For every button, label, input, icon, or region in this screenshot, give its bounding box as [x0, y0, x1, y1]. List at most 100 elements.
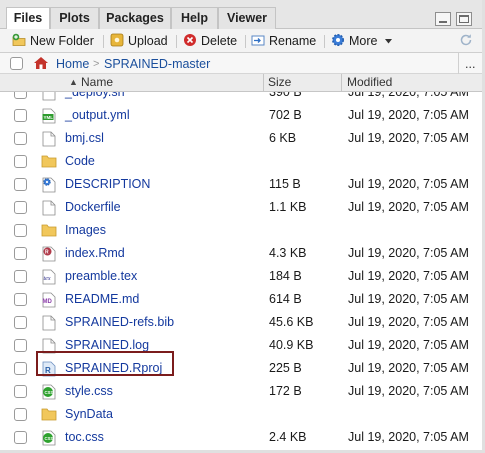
file-row-checkbox[interactable]	[14, 339, 27, 352]
column-name[interactable]: Name	[81, 74, 113, 91]
column-size[interactable]: Size	[268, 74, 291, 91]
column-divider	[263, 74, 264, 91]
file-row-checkbox[interactable]	[14, 385, 27, 398]
file-modified: Jul 19, 2020, 7:05 AM	[348, 361, 469, 375]
file-row-checkbox[interactable]	[14, 109, 27, 122]
breadcrumb-separator: >	[93, 58, 100, 70]
go-to-directory-button[interactable]: ...	[465, 56, 475, 72]
tab-bar: Files Plots Packages Help Viewer	[0, 0, 485, 30]
toolbar-divider	[103, 35, 104, 48]
chevron-down-icon	[384, 39, 392, 44]
file-name-link[interactable]: Code	[65, 153, 95, 170]
more-label: More	[349, 34, 378, 48]
shell-file-icon	[42, 92, 56, 101]
file-name-link[interactable]: SPRAINED-refs.bib	[65, 314, 174, 331]
file-name-link[interactable]: style.css	[65, 383, 113, 400]
upload-icon	[110, 33, 124, 47]
tab-packages[interactable]: Packages	[99, 7, 171, 29]
minimize-pane-icon[interactable]	[435, 12, 451, 26]
file-row-checkbox[interactable]	[14, 224, 27, 237]
file-size: 4.3 KB	[269, 246, 307, 260]
file-row[interactable]: SPRAINED-refs.bib 45.6 KB Jul 19, 2020, 7:…	[0, 311, 485, 334]
maximize-pane-icon[interactable]	[456, 12, 472, 26]
tab-help[interactable]: Help	[171, 7, 218, 29]
file-row[interactable]: Images	[0, 219, 485, 242]
file-row[interactable]: CSS style.css 172 B Jul 19, 2020, 7:05 AM	[0, 380, 485, 403]
column-divider	[341, 74, 342, 91]
upload-button[interactable]: Upload	[110, 33, 168, 49]
file-size: 1.1 KB	[269, 200, 307, 214]
file-row-checkbox[interactable]	[14, 132, 27, 145]
file-row-checkbox[interactable]	[14, 247, 27, 260]
breadcrumb-divider	[458, 53, 459, 74]
tab-plots[interactable]: Plots	[50, 7, 99, 29]
tab-viewer[interactable]: Viewer	[218, 7, 276, 29]
file-row-checkbox[interactable]	[14, 201, 27, 214]
file-row[interactable]: CSS toc.css 2.4 KB Jul 19, 2020, 7:05 AM	[0, 426, 485, 449]
file-row-checkbox[interactable]	[14, 316, 27, 329]
home-icon[interactable]	[33, 56, 49, 70]
file-row-checkbox[interactable]	[14, 362, 27, 375]
file-name-link[interactable]: toc.css	[65, 429, 104, 446]
new-folder-icon	[12, 33, 26, 46]
file-name-link[interactable]: _output.yml	[65, 107, 130, 124]
column-modified[interactable]: Modified	[347, 74, 392, 91]
file-row[interactable]: YML _output.yml 702 B Jul 19, 2020, 7:05 AM	[0, 104, 485, 127]
file-row[interactable]: tex preamble.tex 184 B Jul 19, 2020, 7:05 A…	[0, 265, 485, 288]
file-size: 225 B	[269, 361, 302, 375]
file-row[interactable]: MD README.md 614 B Jul 19, 2020, 7:05 AM	[0, 288, 485, 311]
file-name-link[interactable]: bmj.csl	[65, 130, 104, 147]
file-name-link[interactable]: DESCRIPTION	[65, 176, 150, 193]
file-row[interactable]: bmj.csl 6 KB Jul 19, 2020, 7:05 AM	[0, 127, 485, 150]
file-name-link[interactable]: preamble.tex	[65, 268, 137, 285]
select-all-checkbox[interactable]	[10, 57, 23, 70]
delete-button[interactable]: Delete	[183, 33, 237, 49]
file-size: 184 B	[269, 269, 302, 283]
file-row-checkbox[interactable]	[14, 155, 27, 168]
file-size: 45.6 KB	[269, 315, 314, 329]
file-row-checkbox[interactable]	[14, 431, 27, 444]
breadcrumb-current-folder[interactable]: SPRAINED-master	[104, 56, 210, 72]
file-size: 2.4 KB	[269, 430, 307, 444]
css-file-icon: CSS	[42, 430, 56, 446]
tab-files[interactable]: Files	[6, 7, 50, 30]
upload-label: Upload	[128, 34, 168, 48]
file-size: 390 B	[269, 92, 302, 99]
file-modified: Jul 19, 2020, 7:05 AM	[348, 430, 469, 444]
rename-icon	[251, 35, 265, 46]
svg-text:CSS: CSS	[45, 436, 54, 441]
file-row-checkbox[interactable]	[14, 293, 27, 306]
file-name-link[interactable]: index.Rmd	[65, 245, 125, 262]
file-name-link[interactable]: SynData	[65, 406, 113, 423]
selection-highlight-box	[36, 351, 174, 376]
file-row-checkbox[interactable]	[14, 92, 27, 99]
file-name-link[interactable]: Images	[65, 222, 106, 239]
description-file-icon	[42, 177, 56, 193]
svg-text:R: R	[45, 250, 49, 256]
file-modified: Jul 19, 2020, 7:05 AM	[348, 131, 469, 145]
file-name-link[interactable]: Dockerfile	[65, 199, 121, 216]
file-row[interactable]: Dockerfile 1.1 KB Jul 19, 2020, 7:05 AM	[0, 196, 485, 219]
file-size: 40.9 KB	[269, 338, 314, 352]
breadcrumb: Home > SPRAINED-master ...	[0, 53, 485, 74]
new-folder-button[interactable]: New Folder	[12, 33, 94, 49]
files-toolbar: New Folder Upload Delete Rename More	[0, 29, 485, 53]
refresh-icon[interactable]	[459, 33, 473, 47]
file-name-link[interactable]: README.md	[65, 291, 139, 308]
files-pane: Files Plots Packages Help Viewer New Fol…	[0, 0, 485, 453]
markdown-file-icon: MD	[42, 292, 56, 308]
delete-label: Delete	[201, 34, 238, 48]
rename-button[interactable]: Rename	[251, 33, 316, 49]
file-row[interactable]: Code	[0, 150, 485, 173]
breadcrumb-home[interactable]: Home	[56, 56, 89, 72]
file-row-checkbox[interactable]	[14, 408, 27, 421]
file-row[interactable]: SynData	[0, 403, 485, 426]
file-row[interactable]: DESCRIPTION 115 B Jul 19, 2020, 7:05 AM	[0, 173, 485, 196]
more-button[interactable]: More	[331, 33, 392, 49]
file-row[interactable]: Rindex.Rmd 4.3 KB Jul 19, 2020, 7:05 AM	[0, 242, 485, 265]
file-row-checkbox[interactable]	[14, 178, 27, 191]
file-size: 115 B	[269, 177, 301, 191]
file-name-link[interactable]: _deploy.sh	[65, 92, 125, 101]
file-row[interactable]: _deploy.sh 390 B Jul 19, 2020, 7:05 AM	[0, 92, 485, 104]
file-row-checkbox[interactable]	[14, 270, 27, 283]
